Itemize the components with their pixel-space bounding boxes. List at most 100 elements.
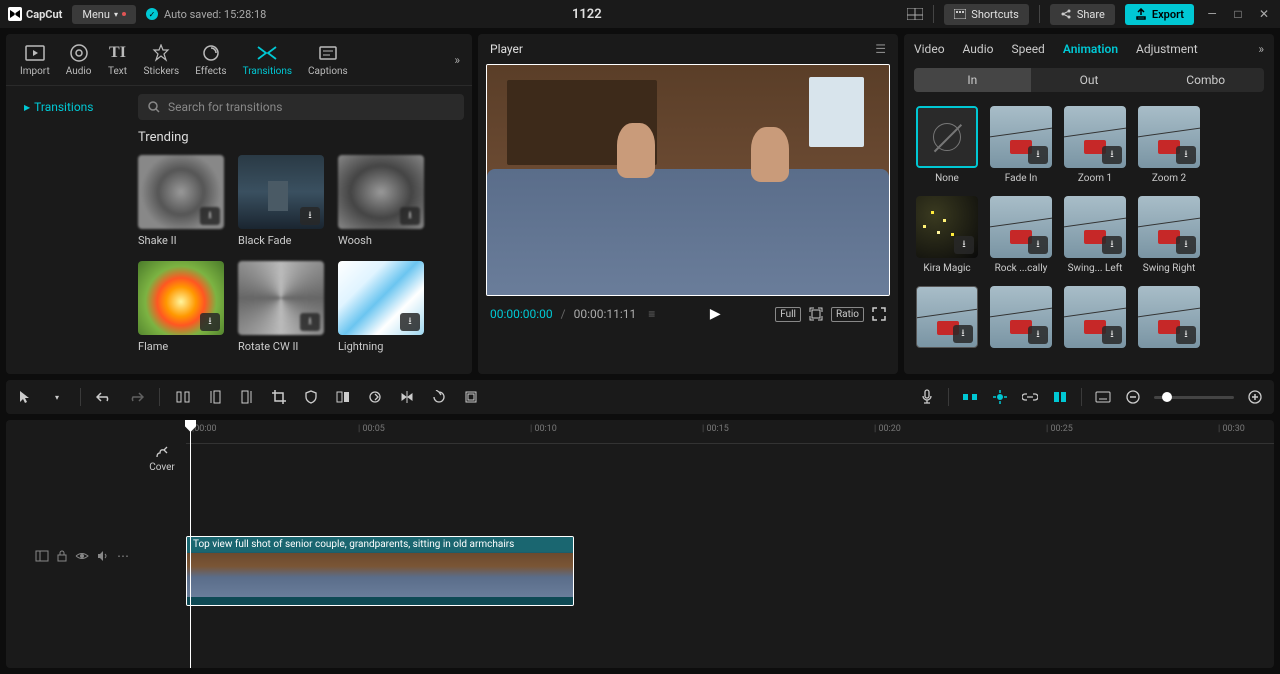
download-icon[interactable]: ⭳ bbox=[300, 207, 320, 225]
import-icon bbox=[25, 43, 45, 63]
crop-preview-icon[interactable] bbox=[809, 307, 823, 321]
anim-extra2[interactable]: ⭳ bbox=[990, 286, 1052, 348]
mirror-tool[interactable] bbox=[334, 388, 352, 406]
anim-none[interactable]: None bbox=[916, 106, 978, 184]
export-button[interactable]: Export bbox=[1125, 4, 1194, 25]
anim-zoom2[interactable]: ⭳Zoom 2 bbox=[1138, 106, 1200, 184]
anim-swingr[interactable]: ⭳Swing Right bbox=[1138, 196, 1200, 274]
layout-icon[interactable] bbox=[907, 6, 923, 22]
subtab-combo[interactable]: Combo bbox=[1147, 68, 1264, 92]
tab-audio[interactable]: Audio bbox=[58, 43, 100, 77]
transitions-icon bbox=[257, 43, 277, 63]
tab-text[interactable]: TIText bbox=[99, 43, 135, 77]
transition-shake[interactable]: ⭳Shake II bbox=[138, 155, 224, 247]
ratio-button[interactable]: Ratio bbox=[831, 307, 864, 322]
crop-tool[interactable] bbox=[270, 388, 288, 406]
rtab-adjustment[interactable]: Adjustment bbox=[1136, 42, 1198, 56]
anim-zoom1[interactable]: ⭳Zoom 1 bbox=[1064, 106, 1126, 184]
anim-swingl[interactable]: ⭳Swing... Left bbox=[1064, 196, 1126, 274]
rtab-animation[interactable]: Animation bbox=[1063, 42, 1118, 56]
list-icon[interactable]: ≡ bbox=[648, 307, 655, 321]
cover-button[interactable]: Cover bbox=[142, 444, 182, 668]
tab-captions[interactable]: Captions bbox=[300, 43, 356, 77]
frame-tool[interactable] bbox=[462, 388, 480, 406]
trim-left-tool[interactable] bbox=[206, 388, 224, 406]
reverse-tool[interactable] bbox=[366, 388, 384, 406]
zoom-slider[interactable] bbox=[1154, 396, 1234, 399]
download-icon[interactable]: ⭳ bbox=[400, 313, 420, 331]
trim-right-tool[interactable] bbox=[238, 388, 256, 406]
playhead[interactable] bbox=[190, 420, 191, 668]
anim-kira[interactable]: ⭳Kira Magic bbox=[916, 196, 978, 274]
flip-tool[interactable] bbox=[398, 388, 416, 406]
subtab-out[interactable]: Out bbox=[1031, 68, 1148, 92]
project-title: 1122 bbox=[276, 7, 897, 22]
anim-extra3[interactable]: ⭳ bbox=[1064, 286, 1126, 348]
tab-import[interactable]: Import bbox=[12, 43, 58, 77]
transition-flame[interactable]: ⭳Flame bbox=[138, 261, 224, 353]
rtab-speed[interactable]: Speed bbox=[1011, 42, 1044, 56]
share-button[interactable]: Share bbox=[1050, 4, 1115, 25]
snap-icon[interactable] bbox=[991, 388, 1009, 406]
transition-woosh[interactable]: ⭳Woosh bbox=[338, 155, 424, 247]
fullscreen-icon[interactable] bbox=[872, 307, 886, 321]
rotate-tool[interactable] bbox=[430, 388, 448, 406]
time-total: 00:00:11:11 bbox=[574, 307, 637, 321]
split-tool[interactable] bbox=[174, 388, 192, 406]
text-icon: TI bbox=[107, 43, 127, 63]
align-icon[interactable] bbox=[1051, 388, 1069, 406]
audio-icon bbox=[69, 43, 89, 63]
zoom-out-icon[interactable] bbox=[1124, 388, 1142, 406]
maximize-button[interactable]: □ bbox=[1230, 6, 1246, 22]
mic-icon[interactable] bbox=[918, 388, 936, 406]
search-input[interactable]: Search for transitions bbox=[138, 94, 464, 120]
anim-fadein[interactable]: ⭳Fade In bbox=[990, 106, 1052, 184]
undo-button[interactable] bbox=[95, 388, 113, 406]
close-button[interactable]: ✕ bbox=[1256, 6, 1272, 22]
anim-extra1[interactable]: ⭳ bbox=[916, 286, 978, 348]
video-preview[interactable] bbox=[486, 64, 890, 296]
shield-tool[interactable] bbox=[302, 388, 320, 406]
more-rtabs-button[interactable]: » bbox=[1258, 42, 1264, 56]
transition-rotate[interactable]: ⭳Rotate CW II bbox=[238, 261, 324, 353]
download-icon[interactable]: ⭳ bbox=[300, 313, 320, 331]
track-more-icon[interactable]: ⋯ bbox=[117, 549, 130, 563]
link-icon[interactable] bbox=[1021, 388, 1039, 406]
video-clip[interactable]: Top view full shot of senior couple, gra… bbox=[186, 536, 574, 606]
rtab-audio[interactable]: Audio bbox=[963, 42, 994, 56]
tab-transitions[interactable]: Transitions bbox=[235, 43, 300, 77]
preview-icon[interactable] bbox=[1094, 388, 1112, 406]
rtab-video[interactable]: Video bbox=[914, 42, 945, 56]
captions-icon bbox=[318, 43, 338, 63]
download-icon[interactable]: ⭳ bbox=[400, 207, 420, 225]
anim-rock[interactable]: ⭳Rock ...cally bbox=[990, 196, 1052, 274]
player-menu-icon[interactable]: ☰ bbox=[875, 42, 886, 56]
menu-button[interactable]: Menu▾ bbox=[72, 5, 136, 24]
anim-extra4[interactable]: ⭳ bbox=[1138, 286, 1200, 348]
more-tabs-button[interactable]: » bbox=[454, 53, 460, 67]
track-toggle-icon[interactable] bbox=[35, 550, 49, 562]
full-button[interactable]: Full bbox=[775, 307, 801, 322]
play-button[interactable]: ▶ bbox=[710, 306, 721, 322]
pointer-tool[interactable] bbox=[16, 388, 34, 406]
transition-blackfade[interactable]: ⭳Black Fade bbox=[238, 155, 324, 247]
minimize-button[interactable]: — bbox=[1204, 6, 1220, 22]
download-icon[interactable]: ⭳ bbox=[200, 313, 220, 331]
track-visibility-icon[interactable] bbox=[75, 551, 89, 561]
pointer-dropdown[interactable]: ▾ bbox=[48, 388, 66, 406]
sidebar-item-transitions[interactable]: ▶Transitions bbox=[14, 94, 122, 120]
download-icon[interactable]: ⭳ bbox=[200, 207, 220, 225]
shortcuts-button[interactable]: Shortcuts bbox=[944, 4, 1029, 25]
timeline-ruler[interactable]: |00:00 | 00:05 | 00:10 | 00:15 | 00:20 |… bbox=[186, 420, 1274, 444]
tab-effects[interactable]: Effects bbox=[187, 43, 234, 77]
transition-lightning[interactable]: ⭳Lightning bbox=[338, 261, 424, 353]
magnet-icon[interactable] bbox=[961, 388, 979, 406]
track-mute-icon[interactable] bbox=[97, 550, 109, 562]
track-lock-icon[interactable] bbox=[57, 550, 67, 562]
redo-button[interactable] bbox=[127, 388, 145, 406]
app-logo: CapCut bbox=[8, 7, 62, 21]
tab-stickers[interactable]: Stickers bbox=[135, 43, 187, 77]
subtab-in[interactable]: In bbox=[914, 68, 1031, 92]
player-label: Player bbox=[490, 42, 523, 56]
zoom-in-icon[interactable] bbox=[1246, 388, 1264, 406]
